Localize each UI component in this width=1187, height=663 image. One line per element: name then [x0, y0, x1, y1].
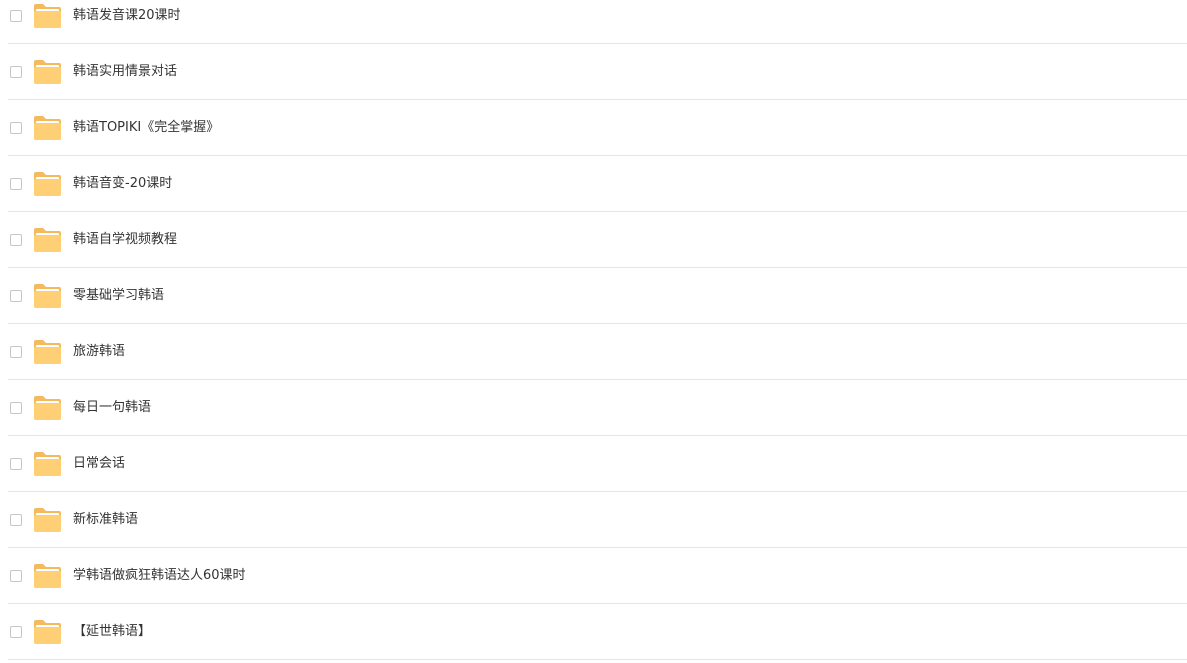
list-item[interactable]: 零基础学习韩语 — [8, 268, 1187, 324]
folder-name[interactable]: 韩语TOPIKI《完全掌握》 — [73, 100, 219, 155]
folder-name[interactable]: 新标准韩语 — [73, 492, 138, 547]
row-checkbox[interactable] — [10, 122, 22, 134]
folder-icon — [34, 116, 61, 140]
list-item[interactable]: 日常会话 — [8, 436, 1187, 492]
folder-name[interactable]: 韩语音变-20课时 — [73, 156, 172, 211]
row-checkbox[interactable] — [10, 234, 22, 246]
row-checkbox[interactable] — [10, 290, 22, 302]
folder-icon — [34, 508, 61, 532]
folder-name[interactable]: 旅游韩语 — [73, 324, 125, 379]
folder-name[interactable]: 学韩语做疯狂韩语达人60课时 — [73, 548, 246, 603]
folder-icon — [34, 60, 61, 84]
row-checkbox[interactable] — [10, 458, 22, 470]
folder-name[interactable]: 【延世韩语】 — [73, 604, 151, 659]
folder-name[interactable]: 日常会话 — [73, 436, 125, 491]
folder-name[interactable]: 每日一句韩语 — [73, 380, 151, 435]
folder-icon — [34, 564, 61, 588]
list-item[interactable]: 每日一句韩语 — [8, 380, 1187, 436]
folder-icon — [34, 228, 61, 252]
row-checkbox[interactable] — [10, 514, 22, 526]
list-item[interactable]: 韩语自学视频教程 — [8, 212, 1187, 268]
folder-name[interactable]: 韩语自学视频教程 — [73, 212, 177, 267]
folder-icon — [34, 284, 61, 308]
folder-icon — [34, 452, 61, 476]
folder-icon — [34, 172, 61, 196]
list-item[interactable]: 新标准韩语 — [8, 492, 1187, 548]
folder-name[interactable]: 韩语发音课20课时 — [73, 0, 181, 43]
row-checkbox[interactable] — [10, 346, 22, 358]
row-checkbox[interactable] — [10, 402, 22, 414]
folder-icon — [34, 4, 61, 28]
list-item[interactable]: 旅游韩语 — [8, 324, 1187, 380]
row-checkbox[interactable] — [10, 66, 22, 78]
row-checkbox[interactable] — [10, 10, 22, 22]
list-item[interactable]: 韩语音变-20课时 — [8, 156, 1187, 212]
folder-name[interactable]: 零基础学习韩语 — [73, 268, 164, 323]
row-checkbox[interactable] — [10, 570, 22, 582]
folder-icon — [34, 396, 61, 420]
list-item[interactable]: 学韩语做疯狂韩语达人60课时 — [8, 548, 1187, 604]
list-item[interactable]: 【延世韩语】 — [8, 604, 1187, 660]
row-checkbox[interactable] — [10, 178, 22, 190]
row-checkbox[interactable] — [10, 626, 22, 638]
list-item[interactable]: 韩语实用情景对话 — [8, 44, 1187, 100]
list-item[interactable]: 韩语TOPIKI《完全掌握》 — [8, 100, 1187, 156]
folder-icon — [34, 340, 61, 364]
folder-icon — [34, 620, 61, 644]
folder-name[interactable]: 韩语实用情景对话 — [73, 44, 177, 99]
file-list: 韩语发音课20课时 韩语实用情景对话 韩语TOPIKI《完全掌握》 韩语音变-2… — [8, 0, 1187, 660]
list-item[interactable]: 韩语发音课20课时 — [8, 0, 1187, 44]
